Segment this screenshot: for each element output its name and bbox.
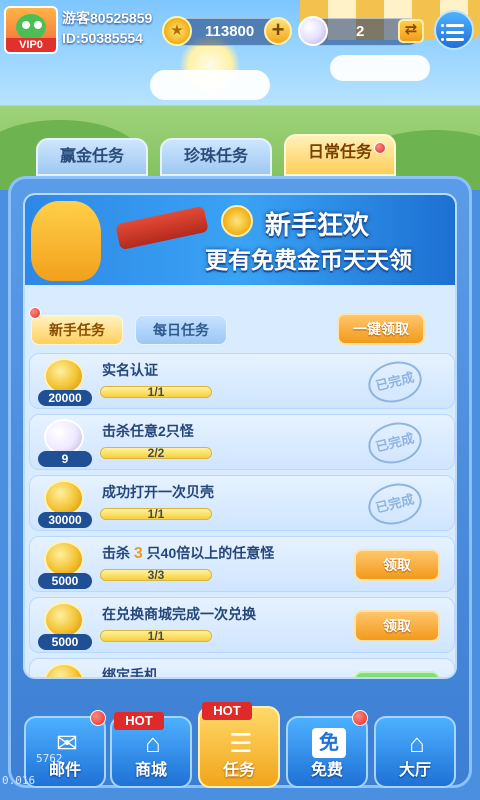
completed-stamp: 已完成 <box>363 417 427 469</box>
task-title: 击杀任意2只怪 <box>102 423 194 439</box>
debug-frame-time: 0.016 <box>2 774 36 787</box>
subtab-daily[interactable]: 每日任务 <box>135 315 227 345</box>
cloud-decoration <box>150 70 270 100</box>
task-icon: ☰ <box>229 728 253 758</box>
notification-dot <box>90 710 106 726</box>
go-button[interactable]: 前往 <box>354 671 440 677</box>
reward-badge <box>38 663 90 677</box>
tab-daily-tasks[interactable]: 日常任务 <box>284 134 396 176</box>
cannon-image <box>115 205 209 251</box>
progress-text: 1/1 <box>147 629 165 643</box>
nav-label: 任务 <box>222 762 255 779</box>
task-title: 击杀 3 只40倍以上的任意怪 <box>102 543 274 563</box>
tab-gold-tasks[interactable]: 赢金任务 <box>36 138 148 176</box>
username: 游客80525859 <box>62 10 153 26</box>
progress-text: 2/2 <box>147 446 165 460</box>
pearl-icon <box>44 419 84 455</box>
reward-badge: 30000 <box>38 480 92 528</box>
nav-tasks[interactable]: HOT ☰ 任务 <box>198 702 280 788</box>
notification-dot <box>374 142 386 154</box>
reward-amount: 5000 <box>38 573 92 589</box>
avatar-face-icon <box>16 14 46 40</box>
banner-subtitle: 更有免费金币天天领 <box>205 247 412 273</box>
task-title: 实名认证 <box>102 362 158 378</box>
coin-stack-icon <box>44 541 84 577</box>
reward-amount: 5000 <box>38 634 92 650</box>
nav-label: 大厅 <box>398 762 431 779</box>
task-row: 20000 实名认证 1/1 已完成 <box>29 353 455 409</box>
vip-badge: VIP0 <box>6 38 56 52</box>
coin-stack-icon <box>44 663 84 677</box>
banner-coin-icon <box>221 205 253 237</box>
task-row: 30000 成功打开一次贝壳 1/1 已完成 <box>29 475 455 531</box>
reward-badge: 9 <box>38 419 92 467</box>
avatar[interactable]: VIP0 <box>4 6 58 54</box>
promo-banner[interactable]: 新手狂欢 更有免费金币天天领 <box>25 195 455 285</box>
completed-stamp: 已完成 <box>363 478 427 530</box>
menu-button[interactable] <box>434 10 474 50</box>
task-row: 9 击杀任意2只怪 2/2 已完成 <box>29 414 455 470</box>
coin-amount: 113800 <box>205 23 255 40</box>
claim-button[interactable]: 领取 <box>354 610 440 642</box>
menu-icon <box>441 24 464 27</box>
task-row: 绑定手机 前往 <box>29 658 455 679</box>
banner-title: 新手狂欢 <box>265 210 370 240</box>
reward-badge: 5000 <box>38 541 92 589</box>
reward-badge: 5000 <box>38 602 92 650</box>
menu-icon <box>441 31 464 34</box>
task-title: 在兑换商城完成一次兑换 <box>102 606 256 622</box>
hot-badge: HOT <box>202 702 252 720</box>
shop-icon: ⌂ <box>145 728 161 758</box>
task-row: 5000 在兑换商城完成一次兑换 1/1 领取 <box>29 597 455 653</box>
top-bar: VIP0 游客80525859 ID:50385554 ★ 113800 + 2… <box>0 0 480 60</box>
completed-stamp: 已完成 <box>363 356 427 408</box>
subtab-newbie[interactable]: 新手任务 <box>31 315 123 345</box>
user-id: ID:50385554 <box>62 30 143 46</box>
reward-amount: 20000 <box>38 390 92 406</box>
task-title-prefix: 击杀 <box>102 545 134 561</box>
task-panel: 新手狂欢 更有免费金币天天领 新手任务 每日任务 一键领取 20000 实名认证… <box>8 176 472 788</box>
notification-dot <box>29 307 41 319</box>
progress-text: 3/3 <box>147 568 165 582</box>
coin-stack-icon <box>44 480 84 516</box>
progress-text: 1/1 <box>147 507 165 521</box>
bottom-nav: ✉ 邮件 HOT ⌂ 商城 HOT ☰ 任务 免 免费 ⌂ 大厅 <box>20 702 460 790</box>
avatar-eye-icon <box>34 21 42 29</box>
progress-text: 1/1 <box>147 385 165 399</box>
exchange-icon[interactable]: ⇄ <box>398 19 424 43</box>
home-icon: ⌂ <box>409 728 425 758</box>
tab-pearl-tasks[interactable]: 珍珠任务 <box>160 138 272 176</box>
duck-character-image <box>31 201 101 281</box>
coin-stack-icon <box>44 358 84 394</box>
claim-all-button[interactable]: 一键领取 <box>337 313 425 345</box>
reward-amount: 30000 <box>38 512 92 528</box>
coin-stack-icon <box>44 602 84 638</box>
task-title: 绑定手机 <box>102 667 158 679</box>
reward-amount: 9 <box>38 451 92 467</box>
pearl-icon <box>298 16 328 46</box>
nav-label: 免费 <box>310 762 343 779</box>
task-row: 5000 击杀 3 只40倍以上的任意怪 3/3 领取 <box>29 536 455 592</box>
task-category-tabs: 赢金任务 珍珠任务 日常任务 <box>30 134 450 180</box>
avatar-eye-icon <box>22 21 30 29</box>
claim-button[interactable]: 领取 <box>354 549 440 581</box>
task-title-suffix: 只40倍以上的任意怪 <box>142 545 275 561</box>
debug-counter: 5762 <box>36 752 63 765</box>
free-ticket-icon: 免 <box>312 728 346 758</box>
reward-badge: 20000 <box>38 358 92 406</box>
nav-label: 商城 <box>134 762 167 779</box>
task-title-count: 3 <box>133 545 143 562</box>
add-coins-button[interactable]: + <box>264 17 292 45</box>
nav-free[interactable]: 免 免费 <box>286 716 368 788</box>
coin-icon: ★ <box>162 16 192 46</box>
nav-shop[interactable]: HOT ⌂ 商城 <box>110 712 192 788</box>
menu-icon <box>441 38 464 41</box>
notification-dot <box>352 710 368 726</box>
nav-lobby[interactable]: ⌂ 大厅 <box>374 716 456 788</box>
task-title: 成功打开一次贝壳 <box>102 484 214 500</box>
pearl-amount: 2 <box>356 23 365 40</box>
task-panel-content: 新手狂欢 更有免费金币天天领 新手任务 每日任务 一键领取 20000 实名认证… <box>23 193 457 679</box>
